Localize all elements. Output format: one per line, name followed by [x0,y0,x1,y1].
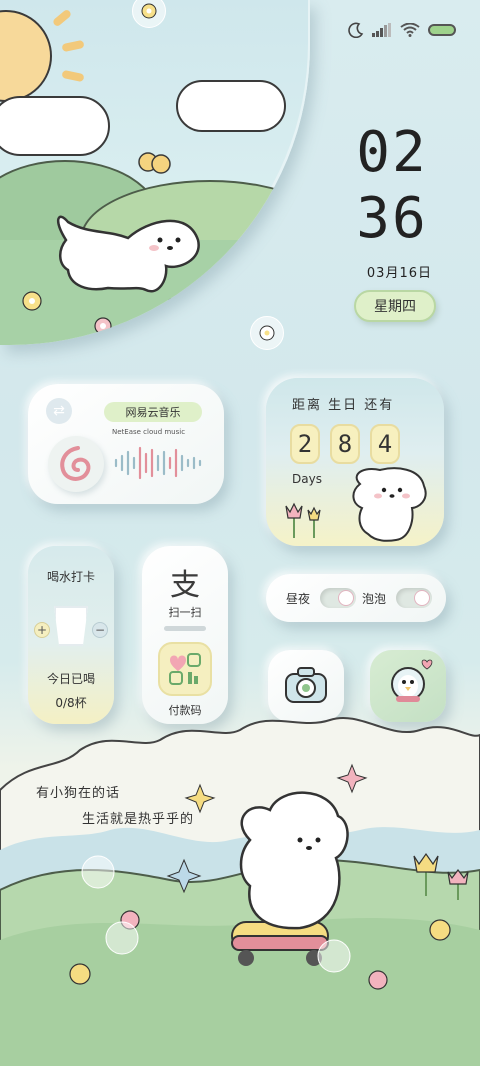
cup-icon [54,606,88,646]
water-today-label: 今日已喝 [46,672,95,686]
birthday-countdown-widget[interactable]: 距离 生日 还有 2 8 4 Days [266,378,444,546]
clock-hour[interactable]: 02 [352,120,432,185]
music-app-subtitle: NetEase cloud music [112,428,186,436]
countdown-digit: 4 [370,424,400,464]
battery-icon [428,24,456,36]
moon-icon [348,22,364,38]
music-app-name: 网易云音乐 [104,402,202,422]
date-label: 03月16日 [366,266,432,281]
netease-logo-icon[interactable] [48,436,104,492]
butterfly-icon [138,152,171,174]
hero-illustration [0,0,310,345]
countdown-digit: 8 [330,424,360,464]
flower-icon [184,289,202,307]
flower-icon [94,317,112,335]
quote-line-2: 生活就是热乎乎的 [82,812,195,827]
quote-line-1: 有小狗在的话 [36,786,121,801]
tulip-icon [285,502,321,538]
qr-code-icon[interactable] [158,642,212,696]
day-night-toggle[interactable] [320,588,356,608]
flower-icon [22,291,42,311]
clock-minute[interactable]: 36 [352,186,432,251]
heart-icon [421,659,433,670]
wifi-icon [400,23,420,37]
sun-ray [51,8,73,28]
sun-ray [61,39,85,53]
alipay-icon[interactable]: 支 [166,560,204,604]
puppy-illustration [352,467,427,542]
bubble-flower-icon [250,316,284,350]
day-night-label: 昼夜 [286,592,311,606]
puppy-illustration [57,215,200,293]
bottom-illustration [0,717,480,1066]
toggles-widget: 昼夜 泡泡 [266,574,446,622]
countdown-unit: Days [292,472,322,486]
weekday-badge[interactable]: 星期四 [354,290,436,322]
sun-illustration [0,10,52,102]
sun-ray [61,69,85,83]
cloud-illustration [0,96,110,156]
cloud-illustration [176,80,286,132]
countdown-digit: 2 [290,424,320,464]
plus-icon[interactable]: + [34,622,50,638]
swap-icon[interactable]: ⇄ [46,398,72,424]
bubble-toggle[interactable] [396,588,432,608]
water-title: 喝水打卡 [46,570,95,584]
waveform-icon [114,446,202,480]
countdown-label: 距离 生日 还有 [292,398,395,413]
signal-icon [372,23,391,37]
music-widget[interactable]: ⇄ 网易云音乐 NetEase cloud music [28,384,224,504]
minus-icon[interactable]: − [92,622,108,638]
bubble-label: 泡泡 [362,592,387,606]
scan-button[interactable]: 扫一扫 [142,604,228,620]
status-bar [348,22,456,38]
divider [164,626,206,631]
